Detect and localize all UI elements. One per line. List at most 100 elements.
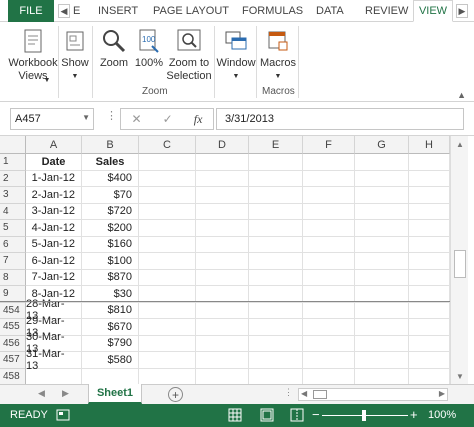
cell-empty[interactable] [303, 203, 355, 220]
zoom-slider-knob[interactable] [362, 410, 366, 421]
cell-empty[interactable] [139, 253, 196, 270]
cell-empty[interactable] [249, 154, 303, 171]
cell-empty[interactable] [196, 352, 249, 369]
cell-sales[interactable]: $810 [82, 302, 139, 319]
cell-empty[interactable] [355, 253, 409, 270]
cell-empty[interactable] [249, 368, 303, 385]
page-break-view-icon[interactable] [290, 408, 304, 422]
sheet-nav-prev-icon[interactable]: ◀ [38, 388, 45, 399]
cell-empty[interactable] [139, 352, 196, 369]
cell-date[interactable]: 7-Jan-12 [26, 269, 82, 286]
column-header-d[interactable]: D [196, 136, 249, 154]
cell-sales[interactable]: $670 [82, 319, 139, 336]
cell-date[interactable]: 1-Jan-12 [26, 170, 82, 187]
row-header[interactable]: 456 [0, 335, 26, 352]
sheet-tab-sheet1[interactable]: Sheet1 [88, 384, 142, 404]
row-header[interactable]: 455 [0, 319, 26, 336]
cell-empty[interactable] [196, 335, 249, 352]
cell-empty[interactable] [303, 170, 355, 187]
page-layout-view-icon[interactable] [260, 408, 274, 422]
cell-empty[interactable] [303, 236, 355, 253]
cell-date[interactable]: 5-Jan-12 [26, 236, 82, 253]
row-header[interactable]: 457 [0, 352, 26, 369]
horizontal-scrollbar[interactable]: ◀ ▶ [298, 388, 448, 401]
tab-view[interactable]: VIEW [413, 0, 453, 22]
zoom-percent[interactable]: 100% [428, 409, 456, 421]
cell-empty[interactable] [355, 319, 409, 336]
zoom-in-icon[interactable]: + [410, 407, 418, 422]
cell-empty[interactable] [409, 253, 450, 270]
cell-empty[interactable] [409, 203, 450, 220]
row-header[interactable]: 5 [0, 220, 26, 237]
cell-date[interactable]: 2-Jan-12 [26, 187, 82, 204]
horizontal-scroll-thumb[interactable] [313, 390, 327, 399]
cell-empty[interactable] [196, 269, 249, 286]
tab-home-partial[interactable]: E [73, 0, 80, 22]
cell-empty[interactable] [355, 154, 409, 171]
cell-empty[interactable] [303, 253, 355, 270]
cell-empty[interactable] [196, 368, 249, 385]
column-header-b[interactable]: B [82, 136, 139, 154]
cell-empty[interactable] [249, 319, 303, 336]
row-header[interactable]: 7 [0, 253, 26, 270]
tab-insert[interactable]: INSERT [98, 0, 138, 22]
row-header[interactable]: 1 [0, 154, 26, 171]
cell-empty[interactable] [196, 154, 249, 171]
macro-record-icon[interactable] [56, 408, 70, 422]
cell-empty[interactable] [249, 220, 303, 237]
zoom-to-selection-button[interactable]: Zoom to Selection [166, 28, 212, 83]
cell-empty[interactable] [355, 187, 409, 204]
tab-scroll-right-icon[interactable]: ▶ [456, 4, 468, 18]
scroll-up-icon[interactable]: ▲ [454, 138, 466, 150]
cell-empty[interactable] [303, 187, 355, 204]
cell-empty[interactable] [303, 335, 355, 352]
formula-input[interactable]: 3/31/2013 [216, 108, 464, 130]
row-header[interactable]: 4 [0, 203, 26, 220]
cell-empty[interactable] [249, 269, 303, 286]
cell-empty[interactable] [139, 319, 196, 336]
cell-sales[interactable]: $870 [82, 269, 139, 286]
cell-empty[interactable] [303, 220, 355, 237]
cell-sales[interactable]: $70 [82, 187, 139, 204]
cell-empty[interactable] [303, 352, 355, 369]
cell-empty[interactable] [196, 253, 249, 270]
cell-empty[interactable] [196, 203, 249, 220]
cell-empty[interactable] [139, 203, 196, 220]
show-button[interactable]: Show ▼ [61, 28, 89, 83]
collapse-ribbon-icon[interactable]: ▲ [457, 90, 466, 100]
cell-date[interactable]: 6-Jan-12 [26, 253, 82, 270]
cell-empty[interactable] [303, 302, 355, 319]
cell-empty[interactable] [409, 368, 450, 385]
sheet-nav-next-icon[interactable]: ▶ [62, 388, 69, 399]
tab-scroll-left-icon[interactable]: ◀ [58, 4, 70, 18]
cell-empty[interactable] [409, 352, 450, 369]
cell-empty[interactable] [249, 253, 303, 270]
cell-empty[interactable] [409, 269, 450, 286]
cell-empty[interactable] [196, 170, 249, 187]
cell-empty[interactable] [196, 319, 249, 336]
cell-sales[interactable]: $580 [82, 352, 139, 369]
cell-empty[interactable] [409, 154, 450, 171]
cell-empty[interactable] [196, 302, 249, 319]
cell-empty[interactable] [409, 236, 450, 253]
row-header[interactable]: 454 [0, 302, 26, 319]
cell-empty[interactable] [139, 269, 196, 286]
cell-empty[interactable] [303, 368, 355, 385]
cell-date[interactable]: 4-Jan-12 [26, 220, 82, 237]
tab-page-layout[interactable]: PAGE LAYOUT [153, 0, 229, 22]
row-header[interactable]: 6 [0, 236, 26, 253]
cell-empty[interactable] [409, 319, 450, 336]
enter-icon[interactable]: ✓ [163, 112, 173, 126]
cell-sales[interactable]: $720 [82, 203, 139, 220]
cell-empty[interactable] [355, 170, 409, 187]
cell-empty[interactable] [249, 352, 303, 369]
column-header-h[interactable]: H [409, 136, 450, 154]
cancel-icon[interactable]: ✕ [132, 112, 142, 126]
vertical-scroll-thumb[interactable] [454, 250, 466, 278]
cell-empty[interactable] [409, 170, 450, 187]
scroll-right-icon[interactable]: ▶ [439, 389, 445, 398]
cell-empty[interactable] [303, 269, 355, 286]
cell-empty[interactable] [196, 187, 249, 204]
cell-empty[interactable] [303, 154, 355, 171]
cell-empty[interactable] [249, 187, 303, 204]
